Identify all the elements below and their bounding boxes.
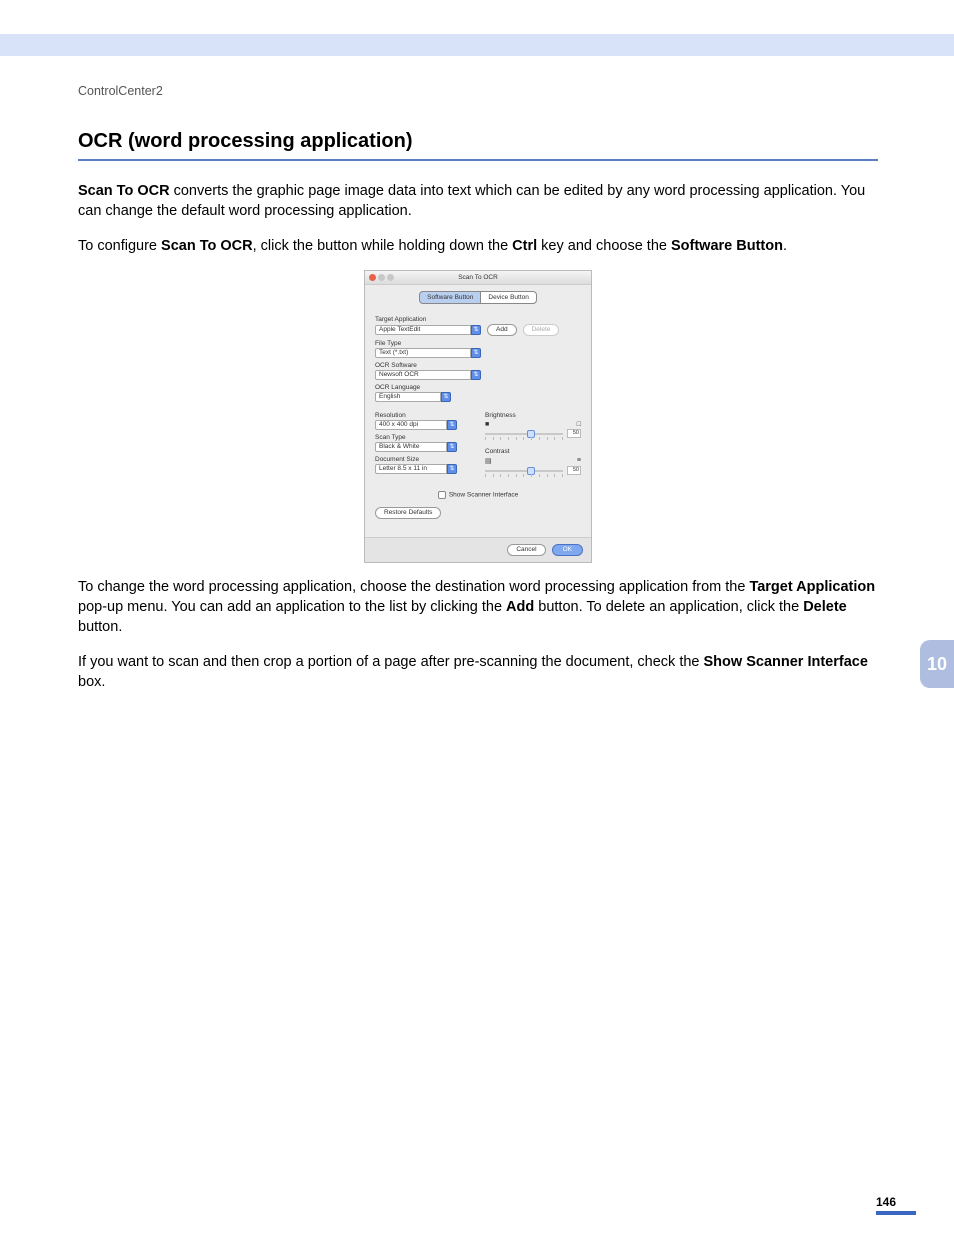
chapter-tab: 10 xyxy=(920,640,954,688)
text: . xyxy=(783,238,787,254)
tab-software-button[interactable]: Software Button xyxy=(419,291,481,304)
restore-defaults-button[interactable]: Restore Defaults xyxy=(375,507,441,519)
text: converts the graphic page image data int… xyxy=(78,183,865,219)
label-target-app: Target Application xyxy=(375,316,581,323)
tab-device-button[interactable]: Device Button xyxy=(481,291,536,304)
text: , click the button while holding down th… xyxy=(253,238,513,254)
scan-to-ocr-dialog: Scan To OCR Software Button Device Butto… xyxy=(364,270,592,563)
label-doc-size: Document Size xyxy=(375,456,471,463)
select-value: Newsoft OCR xyxy=(375,370,471,380)
select-target-app[interactable]: Apple TextEdit ⇅ xyxy=(375,325,481,335)
paragraph-1: Scan To OCR converts the graphic page im… xyxy=(78,181,878,222)
main-content: OCR (word processing application) Scan T… xyxy=(78,130,878,706)
chevron-updown-icon: ⇅ xyxy=(471,370,481,380)
select-value: English xyxy=(375,392,441,402)
show-scanner-label: Show Scanner Interface xyxy=(449,492,518,499)
text: button. To delete an application, click … xyxy=(534,599,803,615)
top-accent-bar xyxy=(0,34,954,56)
label-resolution: Resolution xyxy=(375,412,471,419)
select-ocr-software[interactable]: Newsoft OCR ⇅ xyxy=(375,370,581,380)
light-icon: □ xyxy=(577,421,581,428)
label-scan-type: Scan Type xyxy=(375,434,471,441)
text: pop-up menu. You can add an application … xyxy=(78,599,506,615)
select-doc-size[interactable]: Letter 8.5 x 11 in ⇅ xyxy=(375,464,471,474)
chevron-updown-icon: ⇅ xyxy=(447,464,457,474)
page-number-accent xyxy=(876,1211,916,1215)
brightness-slider[interactable]: ■ □ 50 xyxy=(485,421,581,438)
minimize-icon xyxy=(378,274,385,281)
bold: Software Button xyxy=(671,238,783,254)
chevron-updown-icon: ⇅ xyxy=(471,325,481,335)
zoom-icon xyxy=(387,274,394,281)
show-scanner-row: Show Scanner Interface xyxy=(375,491,581,499)
chevron-updown-icon: ⇅ xyxy=(471,348,481,358)
bold: Target Application xyxy=(749,579,875,595)
select-ocr-language[interactable]: English ⇅ xyxy=(375,392,581,402)
high-contrast-icon: ≡ xyxy=(577,457,581,465)
bold: Delete xyxy=(803,599,847,615)
low-contrast-icon: ▤ xyxy=(485,457,492,465)
dialog-title: Scan To OCR xyxy=(458,274,498,281)
label-file-type: File Type xyxy=(375,340,581,347)
window-controls[interactable] xyxy=(369,274,394,281)
add-button[interactable]: Add xyxy=(487,324,517,336)
label-brightness: Brightness xyxy=(485,412,581,419)
label-ocr-software: OCR Software xyxy=(375,362,581,369)
dialog-screenshot: Scan To OCR Software Button Device Butto… xyxy=(78,270,878,563)
close-icon[interactable] xyxy=(369,274,376,281)
text: key and choose the xyxy=(537,238,671,254)
select-resolution[interactable]: 400 x 400 dpi ⇅ xyxy=(375,420,471,430)
text: To configure xyxy=(78,238,161,254)
dialog-body: Target Application Apple TextEdit ⇅ Add … xyxy=(365,308,591,537)
text: button. xyxy=(78,619,122,635)
paragraph-2: To configure Scan To OCR, click the butt… xyxy=(78,236,878,256)
select-scan-type[interactable]: Black & White ⇅ xyxy=(375,442,471,452)
bold: Add xyxy=(506,599,534,615)
cancel-button[interactable]: Cancel xyxy=(507,544,545,556)
select-value: Black & White xyxy=(375,442,447,452)
select-value: Text (*.txt) xyxy=(375,348,471,358)
bold: Show Scanner Interface xyxy=(704,654,868,670)
bold: Ctrl xyxy=(512,238,537,254)
contrast-slider[interactable]: ▤ ≡ 50 xyxy=(485,457,581,475)
delete-button[interactable]: Delete xyxy=(523,324,560,336)
chevron-updown-icon: ⇅ xyxy=(441,392,451,402)
chevron-updown-icon: ⇅ xyxy=(447,420,457,430)
brightness-value: 50 xyxy=(567,429,581,438)
paragraph-4: If you want to scan and then crop a port… xyxy=(78,652,878,693)
select-value: Letter 8.5 x 11 in xyxy=(375,464,447,474)
dark-icon: ■ xyxy=(485,421,489,428)
select-value: Apple TextEdit xyxy=(375,325,471,335)
bold: Scan To OCR xyxy=(161,238,253,254)
bold: Scan To OCR xyxy=(78,183,170,199)
show-scanner-checkbox[interactable] xyxy=(438,491,446,499)
ok-button[interactable]: OK xyxy=(552,544,583,556)
chevron-updown-icon: ⇅ xyxy=(447,442,457,452)
text: To change the word processing applicatio… xyxy=(78,579,749,595)
select-file-type[interactable]: Text (*.txt) ⇅ xyxy=(375,348,581,358)
page-number: 146 xyxy=(876,1195,896,1209)
paragraph-3: To change the word processing applicatio… xyxy=(78,577,878,638)
label-ocr-language: OCR Language xyxy=(375,384,581,391)
select-value: 400 x 400 dpi xyxy=(375,420,447,430)
contrast-value: 50 xyxy=(567,466,581,475)
dialog-titlebar: Scan To OCR xyxy=(365,271,591,285)
label-contrast: Contrast xyxy=(485,448,581,455)
breadcrumb: ControlCenter2 xyxy=(78,84,163,98)
page-title: OCR (word processing application) xyxy=(78,130,878,161)
text: If you want to scan and then crop a port… xyxy=(78,654,704,670)
dialog-footer: Cancel OK xyxy=(365,537,591,562)
text: box. xyxy=(78,674,105,690)
dialog-tabs: Software Button Device Button xyxy=(365,285,591,308)
